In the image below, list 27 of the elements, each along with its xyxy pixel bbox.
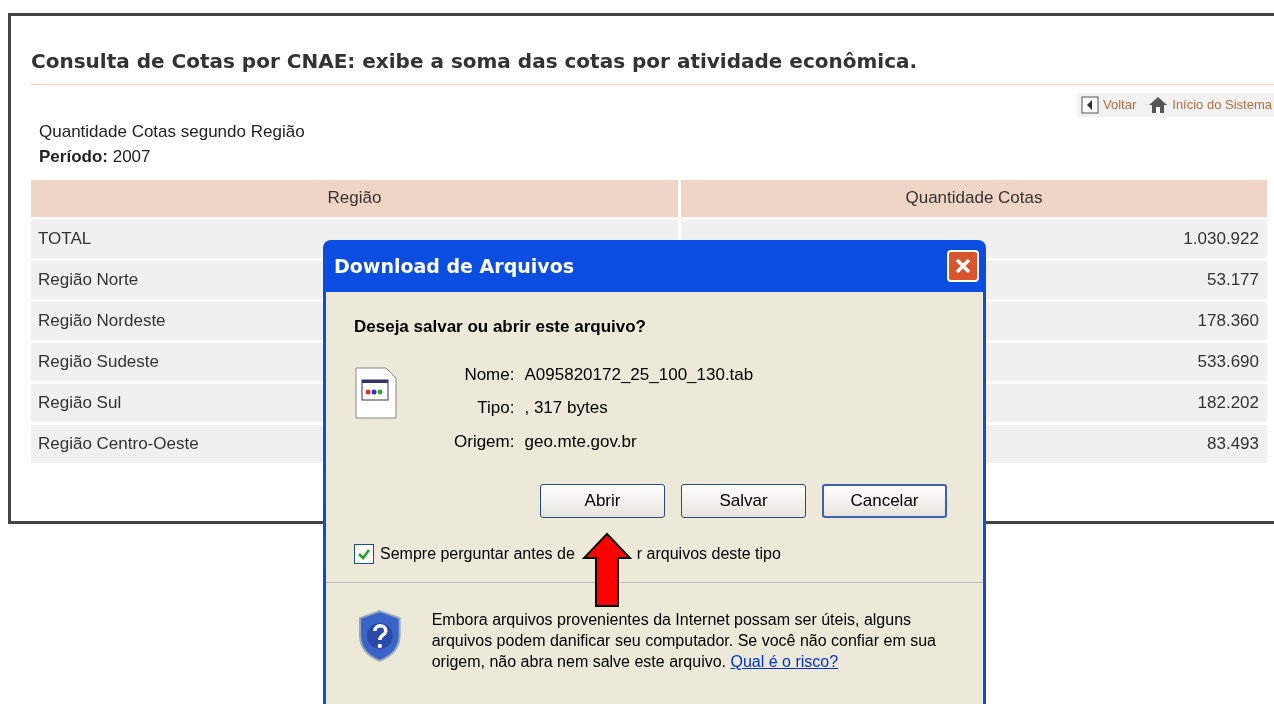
close-icon [954, 257, 972, 275]
back-icon [1081, 95, 1100, 114]
dialog-button[interactable]: Cancelar [822, 484, 947, 518]
check-icon [357, 547, 371, 561]
field-value: geo.mte.gov.br [524, 430, 638, 453]
home-icon [1148, 95, 1169, 114]
field-label: Tipo: [476, 397, 515, 419]
column-header: Região [31, 179, 678, 217]
dialog-button[interactable]: Abrir [540, 484, 665, 518]
checkbox[interactable] [354, 544, 374, 564]
field-label: Origem: [454, 430, 515, 453]
risk-link[interactable]: Qual é o risco? [730, 653, 839, 670]
dialog-question: Deseja salvar ou abrir este arquivo? [354, 316, 647, 338]
checkbox-label: r arquivos deste tipo [636, 544, 781, 564]
file-icon [354, 365, 398, 420]
page-title: Consulta de Cotas por CNAE: exibe a soma das cotas por atividade econômica. [31, 46, 1274, 85]
report-title: Quantidade Cotas segundo Região [39, 120, 306, 143]
home-link[interactable]: Início do Sistema [1148, 95, 1272, 115]
column-header: Quantidade Cotas [681, 179, 1267, 217]
back-link[interactable]: Voltar [1081, 95, 1137, 115]
shield-question-icon [356, 609, 404, 663]
checkbox-label: Sempre perguntar antes de [380, 544, 575, 564]
period-text: Período: 2007 [39, 146, 152, 168]
field-value: , 317 bytes [524, 397, 609, 419]
dialog-button[interactable]: Salvar [681, 484, 806, 518]
warning-text: Embora arquivos provenientes da Internet possam ser úteis, alguns arquivos podem danificar seu computador. Se você não confiar em sua origem, não abra nem salve este arquivo. Qual é o risco? [431, 610, 937, 672]
close-button[interactable] [947, 250, 979, 282]
